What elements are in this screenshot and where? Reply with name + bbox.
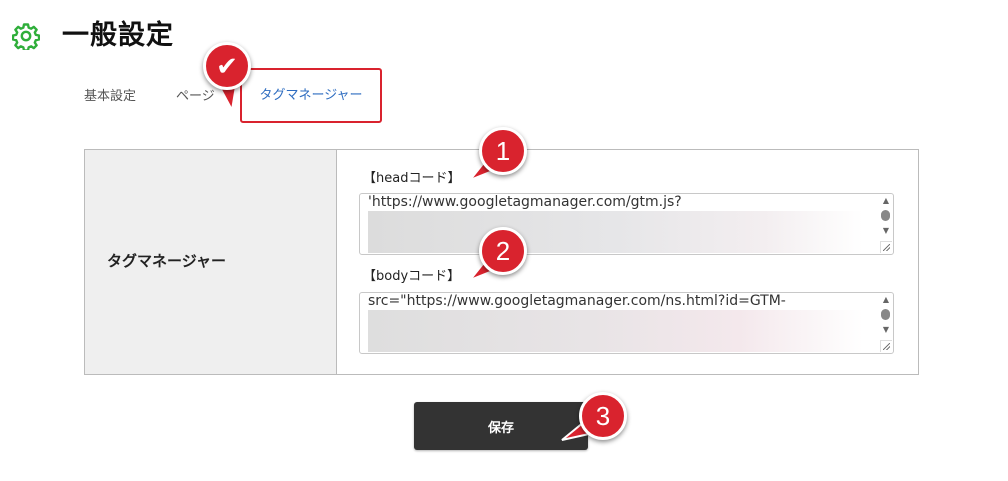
resize-grip-icon[interactable] [880,340,892,352]
scroll-up-arrow-icon[interactable]: ▲ [883,196,889,205]
gear-icon [12,23,40,50]
redacted-code-area [368,310,863,352]
check-badge: ✔ [203,42,251,90]
head-code-textarea[interactable]: 'https://www.googletagmanager.com/gtm.js… [359,193,894,255]
tab-tag-manager[interactable]: タグマネージャー [240,68,382,123]
scroll-down-arrow-icon[interactable]: ▼ [883,325,889,334]
settings-tabs: 基本設定 ページ タグマネージャー [0,68,1008,124]
head-code-label: 【headコード】 [363,171,461,186]
row-label-tag-manager: タグマネージャー [107,252,226,270]
save-button[interactable]: 保存 [414,402,588,450]
scroll-down-arrow-icon[interactable]: ▼ [883,226,889,235]
body-code-label: 【bodyコード】 [363,269,461,284]
step-1-badge: 1 [479,127,527,175]
body-code-value: src="https://www.googletagmanager.com/ns… [368,293,786,309]
tab-basic-settings[interactable]: 基本設定 [84,68,136,124]
head-code-value: 'https://www.googletagmanager.com/gtm.js… [368,194,682,210]
scrollbar-thumb[interactable] [881,309,890,320]
scroll-up-arrow-icon[interactable]: ▲ [883,295,889,304]
step-3-badge: 3 [579,392,627,440]
step-2-badge: 2 [479,227,527,275]
scrollbar-thumb[interactable] [881,210,890,221]
redacted-code-area [368,211,863,253]
row-header: タグマネージャー [85,150,337,374]
page-title: 一般設定 [62,20,174,51]
resize-grip-icon[interactable] [880,241,892,253]
body-code-textarea[interactable]: src="https://www.googletagmanager.com/ns… [359,292,894,354]
